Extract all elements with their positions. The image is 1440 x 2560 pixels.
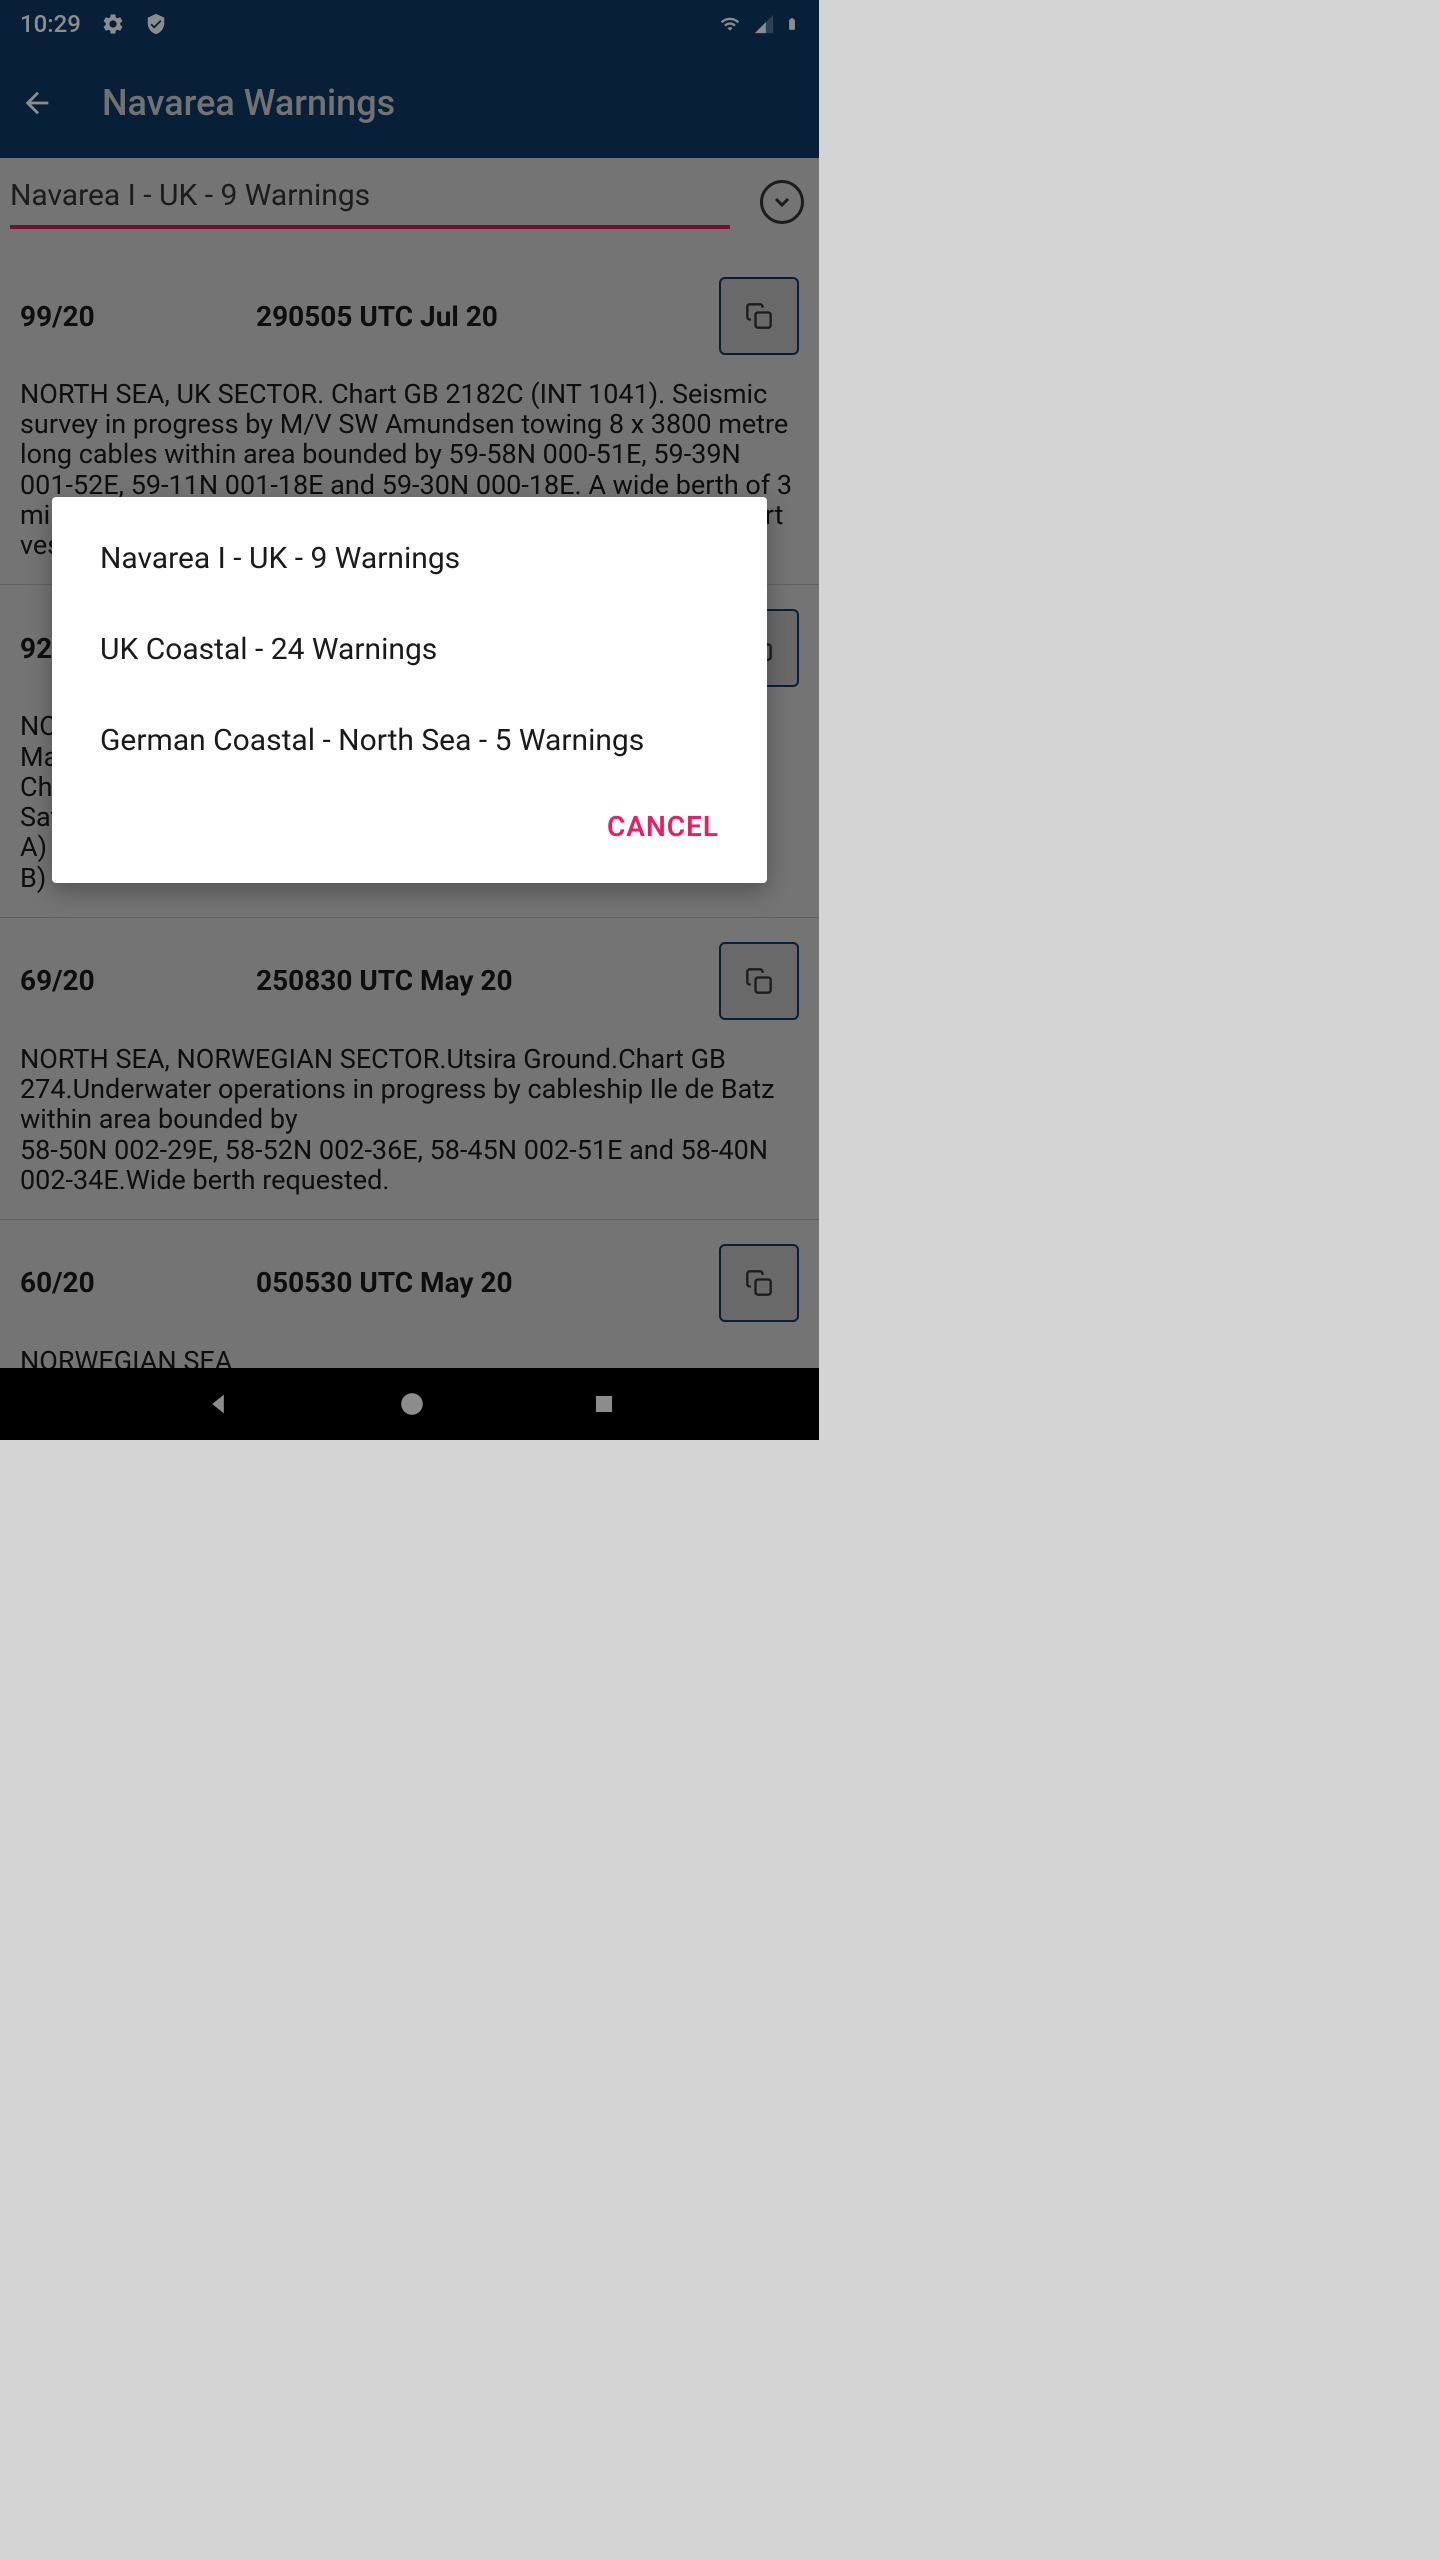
area-select-dialog: Navarea I - UK - 9 Warnings UK Coastal -…	[52, 497, 767, 883]
dialog-option[interactable]: UK Coastal - 24 Warnings	[52, 604, 767, 695]
dialog-actions: CANCEL	[52, 786, 767, 883]
dialog-option[interactable]: German Coastal - North Sea - 5 Warnings	[52, 695, 767, 786]
dialog-option[interactable]: Navarea I - UK - 9 Warnings	[52, 513, 767, 604]
cancel-button[interactable]: CANCEL	[583, 798, 743, 855]
